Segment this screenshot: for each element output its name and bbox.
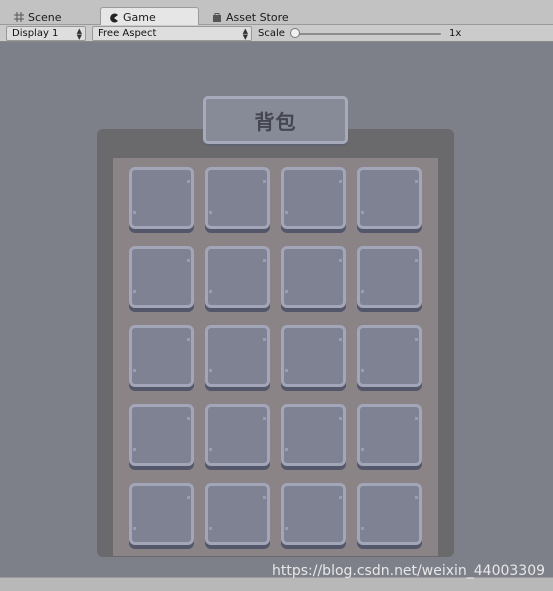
aspect-value: Free Aspect xyxy=(98,28,157,39)
inventory-slot[interactable] xyxy=(357,246,422,308)
tab-label: Asset Store xyxy=(226,10,289,24)
display-dropdown[interactable]: Display 1 ▲ ▼ xyxy=(6,26,86,41)
grid-icon xyxy=(14,12,24,22)
updown-arrows-icon: ▲ ▼ xyxy=(76,27,82,41)
inventory-slot[interactable] xyxy=(129,246,194,308)
inventory-slot[interactable] xyxy=(281,404,346,466)
pacman-icon xyxy=(110,13,118,22)
scale-slider-thumb[interactable] xyxy=(290,28,300,38)
inventory-slot[interactable] xyxy=(129,325,194,387)
inventory-title: 背包 xyxy=(254,109,297,134)
scale-value: 1x xyxy=(449,28,462,39)
inventory-slot[interactable] xyxy=(357,167,422,229)
inventory-slot[interactable] xyxy=(129,404,194,466)
inventory-slot[interactable] xyxy=(205,483,270,545)
updown-arrows-icon: ▲ ▼ xyxy=(242,27,248,41)
status-bar xyxy=(0,577,553,591)
tab-scene[interactable]: Scene xyxy=(6,7,68,25)
inventory-slot[interactable] xyxy=(357,325,422,387)
inventory-slot[interactable] xyxy=(205,404,270,466)
tab-game[interactable]: Game xyxy=(100,7,199,25)
inventory-slot[interactable] xyxy=(129,483,194,545)
inventory-slot[interactable] xyxy=(281,246,346,308)
inventory-slot[interactable] xyxy=(129,167,194,229)
tab-label: Scene xyxy=(28,10,62,24)
inventory-slot[interactable] xyxy=(281,325,346,387)
scale-slider-track[interactable] xyxy=(295,33,441,35)
inventory-slot[interactable] xyxy=(357,483,422,545)
inventory-slot[interactable] xyxy=(281,483,346,545)
game-toolbar: Display 1 ▲ ▼ Free Aspect ▲ ▼ Scale 1x xyxy=(0,25,553,42)
scale-label: Scale xyxy=(258,28,285,39)
tab-asset-store[interactable]: Asset Store xyxy=(204,7,295,25)
aspect-dropdown[interactable]: Free Aspect ▲ ▼ xyxy=(92,26,252,41)
tab-label: Game xyxy=(123,11,156,24)
inventory-slot[interactable] xyxy=(205,167,270,229)
watermark-text: https://blog.csdn.net/weixin_44003309 xyxy=(272,563,546,579)
bag-icon xyxy=(213,13,221,22)
editor-tab-bar: Scene Game Asset Store xyxy=(0,0,553,25)
inventory-slot[interactable] xyxy=(205,325,270,387)
inventory-slot[interactable] xyxy=(281,167,346,229)
inventory-slot[interactable] xyxy=(205,246,270,308)
inventory-title-plate: 背包 xyxy=(203,96,348,144)
display-value: Display 1 xyxy=(12,28,59,39)
inventory-slot[interactable] xyxy=(357,404,422,466)
